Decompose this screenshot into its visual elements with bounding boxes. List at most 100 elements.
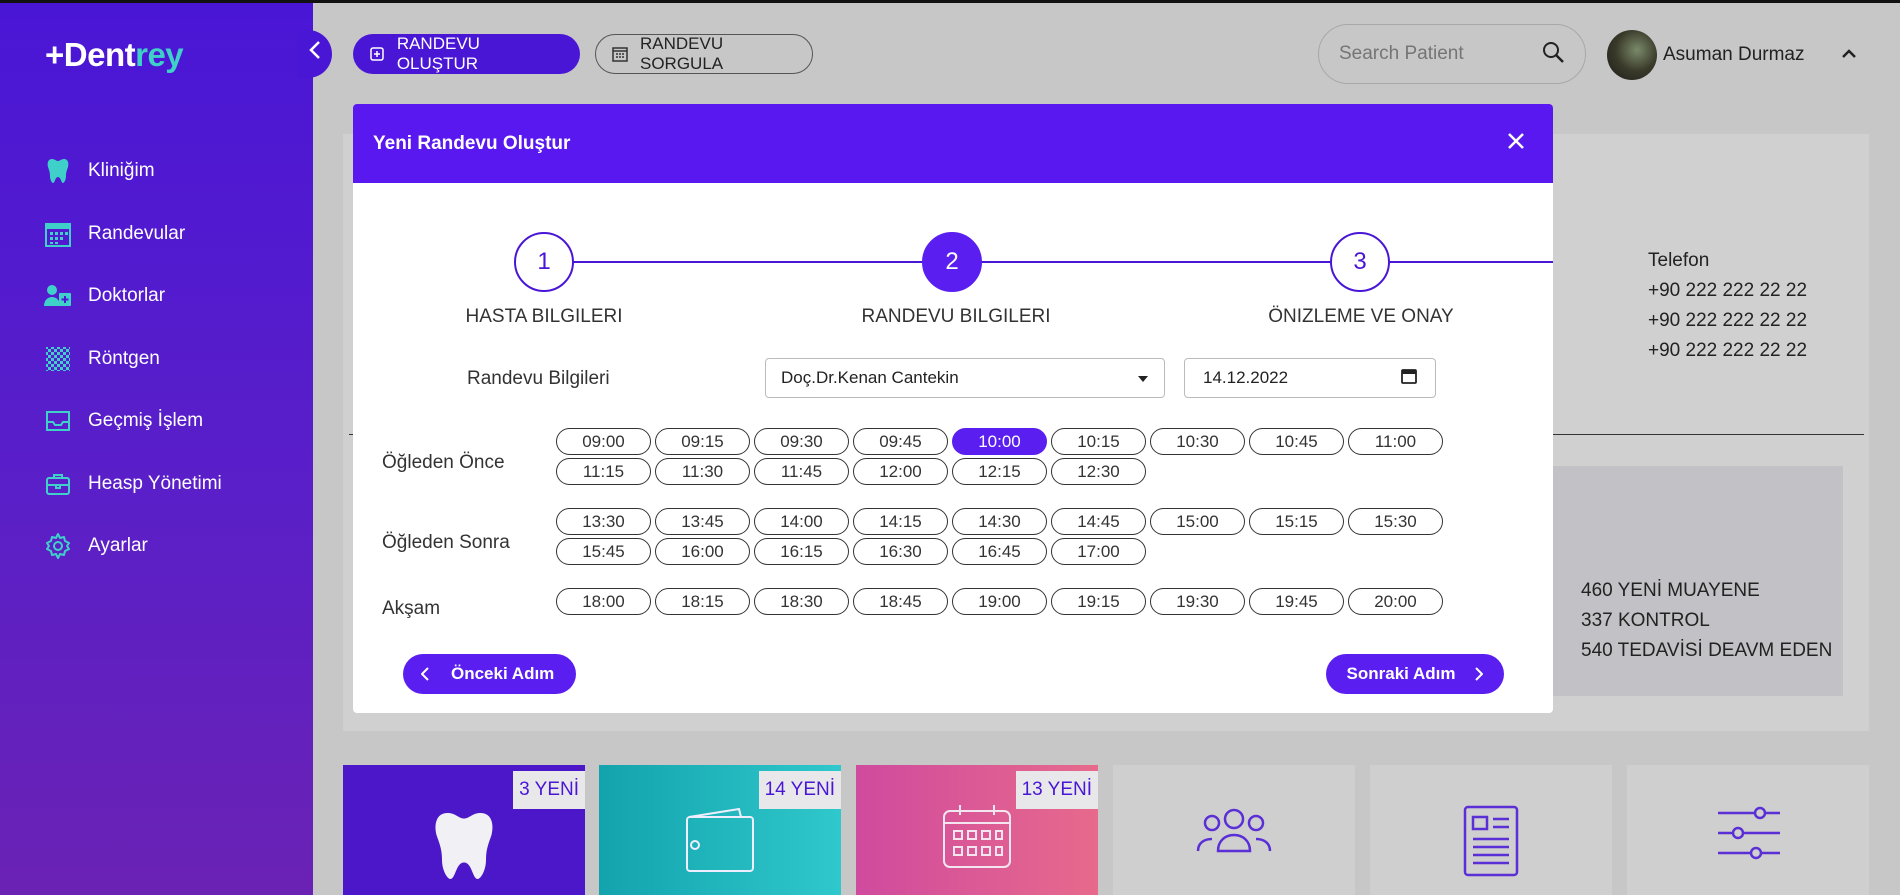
time-slot-0915[interactable]: 09:15 — [655, 428, 750, 455]
time-slot-1345[interactable]: 13:45 — [655, 508, 750, 535]
create-appointment-button[interactable]: RANDEVU OLUŞTUR — [353, 34, 580, 74]
time-slot-1600[interactable]: 16:00 — [655, 538, 750, 565]
date-value: 14.12.2022 — [1203, 368, 1289, 387]
time-slot-1230[interactable]: 12:30 — [1051, 458, 1146, 485]
stepper: 1 2 3 HASTA BILGILERI RANDEVU BILGILERI … — [353, 228, 1553, 328]
dashboard-card-treatments[interactable]: 3 YENİ — [343, 765, 585, 895]
sidebar-item-ayarlar[interactable]: Ayarlar — [44, 515, 222, 578]
clinic-phone-block: Telefon +90 222 222 22 22 +90 222 222 22… — [1648, 246, 1807, 366]
modal-title: Yeni Randevu Oluştur — [373, 132, 571, 154]
time-slot-1545[interactable]: 15:45 — [556, 538, 651, 565]
time-slot-1115[interactable]: 11:15 — [556, 458, 651, 485]
query-appointment-label: RANDEVU SORGULA — [640, 34, 724, 73]
close-icon[interactable] — [1507, 132, 1525, 155]
search-input[interactable] — [1339, 43, 1529, 65]
time-slot-1915[interactable]: 19:15 — [1051, 588, 1146, 615]
inbox-icon — [44, 407, 72, 435]
time-slot-1930[interactable]: 19:30 — [1150, 588, 1245, 615]
query-appointment-button[interactable]: RANDEVU SORGULA — [595, 34, 813, 74]
appointment-info-label: Randevu Bilgileri — [467, 368, 610, 389]
app-logo[interactable]: +Dentrey — [45, 36, 184, 74]
slot-list: 18:00 18:15 18:30 18:45 19:00 19:15 19:30 19:45… — [556, 588, 1456, 618]
dashboard-card-documents[interactable] — [1370, 765, 1612, 895]
sidebar-item-heasp-yonetimi[interactable]: Heasp Yönetimi — [44, 453, 222, 516]
time-slot-1200[interactable]: 12:00 — [853, 458, 948, 485]
stat-control: 337 KONTROL — [1581, 610, 1710, 631]
sliders-icon — [1716, 805, 1780, 866]
chevron-up-icon[interactable] — [1841, 46, 1857, 64]
sidebar-item-klinigim[interactable]: Kliniğim — [44, 140, 222, 203]
chevron-left-icon — [309, 41, 320, 59]
time-slot-1615[interactable]: 16:15 — [754, 538, 849, 565]
next-step-button[interactable]: Sonraki Adım — [1326, 654, 1504, 694]
sidebar-item-randevular[interactable]: Randevular — [44, 203, 222, 266]
doctor-select[interactable]: Doç.Dr.Kenan Cantekin — [765, 358, 1165, 398]
time-slot-1500[interactable]: 15:00 — [1150, 508, 1245, 535]
phone-number: +90 222 222 22 22 — [1648, 310, 1808, 331]
time-slot-1645[interactable]: 16:45 — [952, 538, 1047, 565]
dashboard-card-payments[interactable]: 14 YENİ — [599, 765, 841, 895]
step-3-label: ÖNIZLEME VE ONAY — [1268, 306, 1454, 327]
step-1-circle[interactable]: 1 — [514, 232, 574, 292]
time-slot-1700[interactable]: 17:00 — [1051, 538, 1146, 565]
time-slot-1130[interactable]: 11:30 — [655, 458, 750, 485]
time-slot-1215[interactable]: 12:15 — [952, 458, 1047, 485]
time-slot-1830[interactable]: 18:30 — [754, 588, 849, 615]
slot-group-label: Akşam — [382, 598, 441, 619]
time-slot-1900[interactable]: 19:00 — [952, 588, 1047, 615]
search-icon[interactable] — [1541, 40, 1565, 69]
user-menu[interactable]: Asuman Durmaz — [1607, 30, 1857, 80]
time-slot-1030[interactable]: 10:30 — [1150, 428, 1245, 455]
time-slot-0930[interactable]: 09:30 — [754, 428, 849, 455]
stat-ongoing-treatment: 540 TEDAVİSİ DEAVM EDEN — [1581, 640, 1833, 661]
card-badge: 13 YENİ — [1015, 771, 1098, 809]
time-slot-1145[interactable]: 11:45 — [754, 458, 849, 485]
sidebar-nav: Kliniğim Randevular Doktorlar Röntgen Ge… — [44, 140, 222, 578]
calendar-icon — [44, 220, 72, 248]
stat-new-exam: 460 YENİ MUAYENE — [1581, 580, 1760, 601]
time-slot-1515[interactable]: 15:15 — [1249, 508, 1344, 535]
caret-down-icon — [1137, 368, 1149, 388]
time-slot-0900[interactable]: 09:00 — [556, 428, 651, 455]
step-number: 3 — [1353, 248, 1367, 275]
time-slot-0945[interactable]: 09:45 — [853, 428, 948, 455]
logo-text: +Dent — [45, 36, 136, 73]
time-slot-1015[interactable]: 10:15 — [1051, 428, 1146, 455]
sidebar-item-doktorlar[interactable]: Doktorlar — [44, 265, 222, 328]
time-slot-1415[interactable]: 14:15 — [853, 508, 948, 535]
dashboard-card-settings[interactable] — [1627, 765, 1869, 895]
step-3-circle[interactable]: 3 — [1330, 232, 1390, 292]
time-slot-1445[interactable]: 14:45 — [1051, 508, 1146, 535]
slot-group-label: Öğleden Sonra — [382, 532, 510, 553]
step-2-circle[interactable]: 2 — [922, 232, 982, 292]
search-box — [1318, 24, 1586, 84]
time-slot-2000[interactable]: 20:00 — [1348, 588, 1443, 615]
time-slot-1800[interactable]: 18:00 — [556, 588, 651, 615]
time-slot-1845[interactable]: 18:45 — [853, 588, 948, 615]
time-slot-1000[interactable]: 10:00 — [952, 428, 1047, 455]
time-slot-1815[interactable]: 18:15 — [655, 588, 750, 615]
sidebar-item-gecmis-islem[interactable]: Geçmiş İşlem — [44, 390, 222, 453]
date-input[interactable]: 14.12.2022 — [1184, 358, 1436, 398]
time-slot-1630[interactable]: 16:30 — [853, 538, 948, 565]
time-slot-1400[interactable]: 14:00 — [754, 508, 849, 535]
sidebar-item-rontgen[interactable]: Röntgen — [44, 328, 222, 391]
previous-step-button[interactable]: Önceki Adım — [403, 654, 576, 694]
card-badge: 14 YENİ — [758, 771, 841, 809]
time-slot-1530[interactable]: 15:30 — [1348, 508, 1443, 535]
previous-step-label: Önceki Adım — [451, 664, 555, 683]
calendar-icon — [942, 805, 1012, 874]
step-number: 1 — [537, 248, 551, 275]
time-slot-1945[interactable]: 19:45 — [1249, 588, 1344, 615]
time-slot-1430[interactable]: 14:30 — [952, 508, 1047, 535]
calendar-icon — [612, 46, 628, 62]
avatar — [1607, 30, 1657, 80]
time-slot-1045[interactable]: 10:45 — [1249, 428, 1344, 455]
dashboard-card-patients[interactable] — [1113, 765, 1355, 895]
calendar-icon[interactable] — [1401, 368, 1417, 389]
time-slot-1330[interactable]: 13:30 — [556, 508, 651, 535]
sidebar-collapse-button[interactable] — [298, 30, 332, 78]
time-slot-1100[interactable]: 11:00 — [1348, 428, 1443, 455]
tooth-icon — [431, 805, 497, 892]
dashboard-card-appointments[interactable]: 13 YENİ — [856, 765, 1098, 895]
